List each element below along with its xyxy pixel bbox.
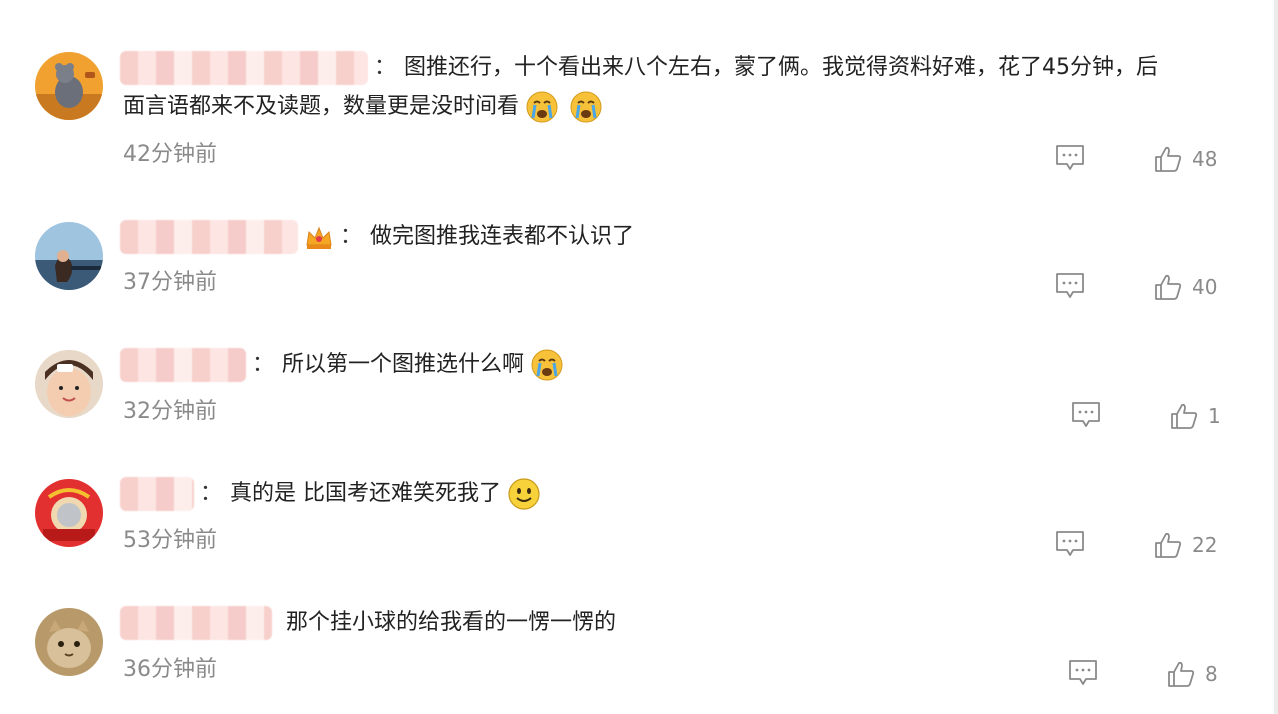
reply-icon[interactable] (1071, 401, 1101, 429)
comment-text: ：所以第一个图推选什么啊 (120, 348, 564, 382)
reply-icon[interactable] (1055, 272, 1085, 300)
comment-text: 那个挂小球的给我看的一愣一愣的 (120, 606, 616, 640)
like-button[interactable]: 8 (1167, 659, 1218, 689)
username-redacted[interactable] (120, 51, 368, 85)
reply-icon[interactable] (1055, 144, 1085, 172)
like-count: 22 (1192, 533, 1218, 557)
comment-time: 32分钟前 (123, 399, 217, 424)
username-redacted[interactable] (120, 348, 246, 382)
thumbs-up-icon (1155, 274, 1182, 300)
comment-feed: ：图推还行，十个看出来八个左右，蒙了俩。我觉得资料好难，花了45分钟，后 面言语… (0, 0, 1278, 714)
comment-text: ：图推还行，十个看出来八个左右，蒙了俩。我觉得资料好难，花了45分钟，后 (120, 51, 1158, 85)
comment-time: 53分钟前 (123, 528, 217, 553)
comment-text-continued: 面言语都来不及读题，数量更是没时间看 (123, 90, 603, 124)
scrollbar-track[interactable] (1274, 0, 1278, 714)
crying-face-icon (525, 90, 559, 124)
comment-text: ：做完图推我连表都不认识了 (120, 220, 634, 254)
avatar[interactable] (35, 479, 103, 547)
like-count: 40 (1192, 275, 1218, 299)
username-redacted[interactable] (120, 606, 272, 640)
like-count: 48 (1192, 147, 1218, 171)
avatar[interactable] (35, 222, 103, 290)
crown-icon (304, 223, 334, 251)
reply-icon[interactable] (1068, 659, 1098, 687)
thumbs-up-icon (1155, 532, 1182, 558)
username-redacted[interactable] (120, 477, 194, 511)
comment-time: 36分钟前 (123, 657, 217, 682)
username-redacted[interactable] (120, 220, 298, 254)
crying-face-icon (530, 348, 564, 382)
like-count: 8 (1205, 662, 1218, 686)
comment-time: 42分钟前 (123, 142, 217, 167)
like-button[interactable]: 22 (1154, 530, 1217, 560)
comment-text: ：真的是 比国考还难笑死我了 (120, 477, 541, 511)
like-count: 1 (1208, 404, 1221, 428)
like-button[interactable]: 48 (1154, 144, 1217, 174)
like-button[interactable]: 1 (1170, 401, 1221, 431)
avatar[interactable] (35, 350, 103, 418)
reply-icon[interactable] (1055, 530, 1085, 558)
thumbs-up-icon (1155, 146, 1182, 172)
crying-face-icon (569, 90, 603, 124)
like-button[interactable]: 40 (1154, 272, 1217, 302)
smile-face-icon (507, 477, 541, 511)
thumbs-up-icon (1171, 403, 1198, 429)
thumbs-up-icon (1168, 661, 1195, 687)
avatar[interactable] (35, 52, 103, 120)
avatar[interactable] (35, 608, 103, 676)
comment-time: 37分钟前 (123, 270, 217, 295)
